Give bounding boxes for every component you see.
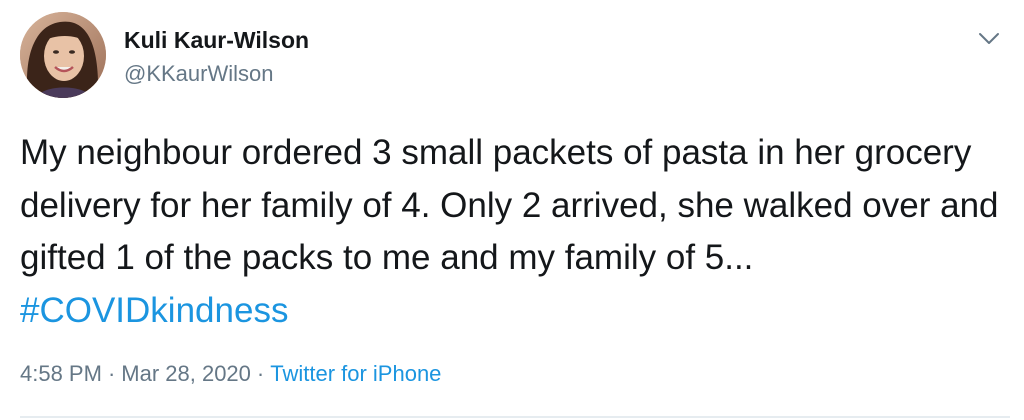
avatar-photo	[20, 12, 106, 98]
tweet-meta: 4:58 PM · Mar 28, 2020 · Twitter for iPhone	[20, 361, 441, 387]
meta-separator: ·	[107, 361, 116, 386]
tweet-date[interactable]: Mar 28, 2020	[121, 361, 251, 386]
author-name[interactable]: Kuli Kaur-Wilson	[124, 27, 309, 54]
tweet-time[interactable]: 4:58 PM	[20, 361, 102, 386]
tweet-text-content: My neighbour ordered 3 small packets of …	[20, 133, 999, 277]
divider	[20, 416, 1010, 418]
author-handle[interactable]: @KKaurWilson	[124, 61, 274, 87]
tweet-text: My neighbour ordered 3 small packets of …	[20, 127, 1010, 337]
hashtag-link[interactable]: #COVIDkindness	[20, 291, 288, 330]
tweet-source-link[interactable]: Twitter for iPhone	[270, 361, 441, 386]
meta-separator: ·	[256, 361, 265, 386]
chevron-down-icon[interactable]	[976, 28, 1002, 48]
tweet-card: Kuli Kaur-Wilson @KKaurWilson My neighbo…	[0, 0, 1024, 420]
avatar[interactable]	[20, 12, 106, 98]
